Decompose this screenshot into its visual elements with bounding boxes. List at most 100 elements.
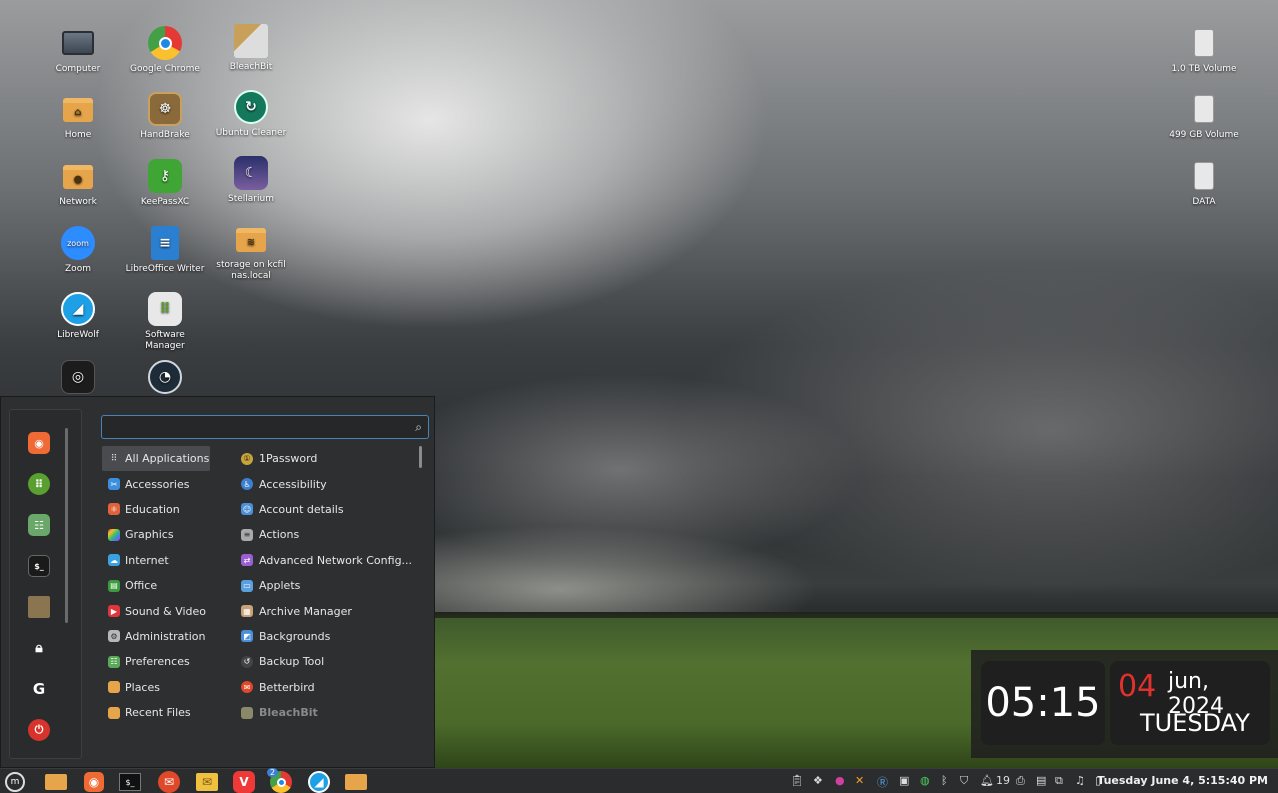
image-viewer-icon[interactable]: ▣ — [899, 774, 909, 787]
app-betterbird[interactable]: ✉ Betterbird — [237, 675, 417, 700]
menu-search-field[interactable]: ⌕ — [101, 415, 429, 439]
firefox-icon: ◉ — [84, 772, 104, 792]
desktop-volume-499gb[interactable]: 499 GB Volume — [1164, 92, 1244, 141]
folder-icon — [108, 681, 120, 694]
desktop-icon-software-manager[interactable]: ⠿ Software Manager — [125, 292, 205, 352]
category-administration[interactable]: ⚙ Administration — [102, 624, 210, 649]
taskbar-betterbird[interactable]: ✉ — [157, 771, 181, 793]
desktop-icon-handbrake[interactable]: ☸ HandBrake — [125, 92, 205, 141]
settings-toggle-icon[interactable]: ☷ — [28, 514, 50, 536]
category-office[interactable]: ▤ Office — [102, 573, 210, 598]
app-1password[interactable]: ① 1Password — [237, 446, 417, 471]
whatsapp-icon[interactable]: ◍ — [920, 774, 930, 787]
menu-search-input[interactable] — [102, 416, 402, 439]
taskbar-folder[interactable] — [344, 771, 368, 793]
app-bleachbit[interactable]: BleachBit — [237, 700, 417, 725]
category-preferences[interactable]: ☷ Preferences — [102, 649, 210, 674]
desktop-icon-librewolf[interactable]: ◢ LibreWolf — [38, 292, 118, 341]
category-all-applications[interactable]: ⠿ All Applications — [102, 446, 210, 472]
desktop-icon-obs[interactable]: ◎ — [38, 360, 118, 398]
zoom-icon: zoom — [61, 226, 95, 260]
search-icon: ⌕ — [415, 420, 422, 434]
application-list: ① 1Password ♿︎ Accessibility ☺ Account deta… — [237, 446, 417, 725]
shield-icon[interactable]: ⛉ — [960, 774, 968, 788]
app-tray-icon[interactable]: ● — [835, 774, 845, 787]
chrome-icon — [148, 26, 182, 60]
logout-icon[interactable]: G — [28, 678, 50, 700]
clock-widget: 05:15 04 jun, 2024 TUESDAY — [971, 650, 1278, 758]
desktop-icon-network-storage[interactable]: ≋ storage on kcfil nas.local — [211, 222, 291, 282]
category-recent-files[interactable]: Recent Files — [102, 700, 210, 725]
app-account-details[interactable]: ☺ Account details — [237, 497, 417, 522]
desktop-icon-stellarium[interactable]: ☾ Stellarium — [211, 156, 291, 205]
tray-x-icon[interactable]: ✕ — [855, 774, 864, 787]
tray-r-icon[interactable]: Ⓡ — [877, 774, 888, 790]
desktop-volume-1tb[interactable]: 1.0 TB Volume — [1164, 26, 1244, 75]
favorites-scrollbar[interactable] — [65, 428, 68, 623]
desktop-icon-chrome[interactable]: Google Chrome — [125, 26, 205, 75]
taskbar-vivaldi[interactable]: V — [232, 771, 256, 793]
category-internet[interactable]: ☁ Internet — [102, 548, 210, 573]
desktop-icon-ubuntu-cleaner[interactable]: ↻ Ubuntu Cleaner — [211, 90, 291, 139]
desktop-icon-libreoffice-writer[interactable]: ≡ LibreOffice Writer — [125, 226, 205, 275]
software-manager-icon[interactable]: ⠿ — [28, 473, 50, 495]
widget-date: 04 jun, 2024 TUESDAY — [1110, 661, 1270, 745]
taskbar-firefox[interactable]: ◉ — [82, 771, 106, 793]
desktop-icon-computer[interactable]: Computer — [38, 26, 118, 75]
desktop-icon-zoom[interactable]: zoom Zoom — [38, 226, 118, 275]
category-sound-video[interactable]: ▶ Sound & Video — [102, 598, 210, 623]
firefox-icon[interactable]: ◉ — [28, 432, 50, 454]
librewolf-icon: ◢ — [308, 771, 330, 793]
terminal-icon[interactable]: $_ — [28, 555, 50, 577]
bleachbit-icon — [241, 706, 253, 719]
desktop-icon-network[interactable]: ● Network — [38, 159, 118, 208]
taskbar-chrome[interactable]: 2 — [267, 768, 293, 793]
panel-clock[interactable]: Tuesday June 4, 5:15:40 PM — [1097, 774, 1268, 787]
desktop-icon-home[interactable]: ⌂ Home — [38, 92, 118, 141]
folder-icon[interactable] — [28, 596, 50, 618]
desktop-volume-data[interactable]: DATA — [1164, 159, 1244, 208]
desktop-icon-speedometer[interactable]: ◔ — [125, 360, 205, 398]
taskbar-mail[interactable]: ✉ — [195, 771, 219, 793]
app-backup-tool[interactable]: ↺ Backup Tool — [237, 649, 417, 674]
printer-icon[interactable]: ⎙ — [1016, 774, 1025, 788]
desktop-icon-label: Computer — [55, 64, 101, 74]
power-icon[interactable]: ⏻ — [28, 719, 50, 741]
category-accessories[interactable]: ✂ Accessories — [102, 471, 210, 496]
mail-icon: ✉ — [196, 773, 218, 791]
stellarium-icon: ☾ — [234, 156, 268, 190]
app-applets[interactable]: ▭ Applets — [237, 573, 417, 598]
taskbar-librewolf[interactable]: ◢ — [307, 771, 331, 793]
taskbar-terminal[interactable]: $_ — [118, 771, 142, 793]
menu-button[interactable]: m — [3, 771, 27, 793]
widget-weekday: TUESDAY — [1140, 709, 1250, 737]
bluetooth-icon[interactable]: ᛒ — [941, 774, 948, 787]
recent-folder-icon — [108, 706, 120, 719]
keepassxc-icon: ⚷ — [148, 159, 182, 193]
network-icon[interactable]: ⧉ — [1055, 774, 1063, 788]
betterbird-icon: ✉ — [158, 771, 180, 793]
application-list-scrollbar[interactable] — [419, 446, 422, 468]
drive-icon — [1194, 162, 1214, 190]
app-actions[interactable]: ≡ Actions — [237, 522, 417, 547]
clipboard-icon[interactable]: 📋︎ — [790, 774, 804, 787]
taskbar-files[interactable] — [44, 771, 68, 793]
app-backgrounds[interactable]: ◩ Backgrounds — [237, 624, 417, 649]
librewolf-icon: ◢ — [61, 292, 95, 326]
notifications-icon[interactable]: 🔔︎ — [980, 774, 994, 787]
desktop-icon-bleachbit[interactable]: BleachBit — [211, 24, 291, 73]
lock-icon[interactable]: 🔒︎ — [28, 637, 50, 659]
desktop-icon-keepassxc[interactable]: ⚷ KeePassXC — [125, 159, 205, 208]
app-accessibility[interactable]: ♿︎ Accessibility — [237, 471, 417, 496]
folder-icon — [345, 774, 367, 790]
sound-icon[interactable]: ♫ — [1075, 774, 1085, 787]
dropbox-icon[interactable]: ❖ — [813, 774, 823, 787]
category-education[interactable]: ⚛ Education — [102, 497, 210, 522]
desktop-icon-label: BleachBit — [229, 62, 273, 72]
app-archive-manager[interactable]: ▦ Archive Manager — [237, 598, 417, 623]
category-places[interactable]: Places — [102, 675, 210, 700]
app-advanced-network-config[interactable]: ⇄ Advanced Network Config... — [237, 548, 417, 573]
category-graphics[interactable]: Graphics — [102, 522, 210, 547]
document-icon[interactable]: ▤ — [1036, 774, 1046, 787]
obs-icon: ◎ — [61, 360, 95, 394]
